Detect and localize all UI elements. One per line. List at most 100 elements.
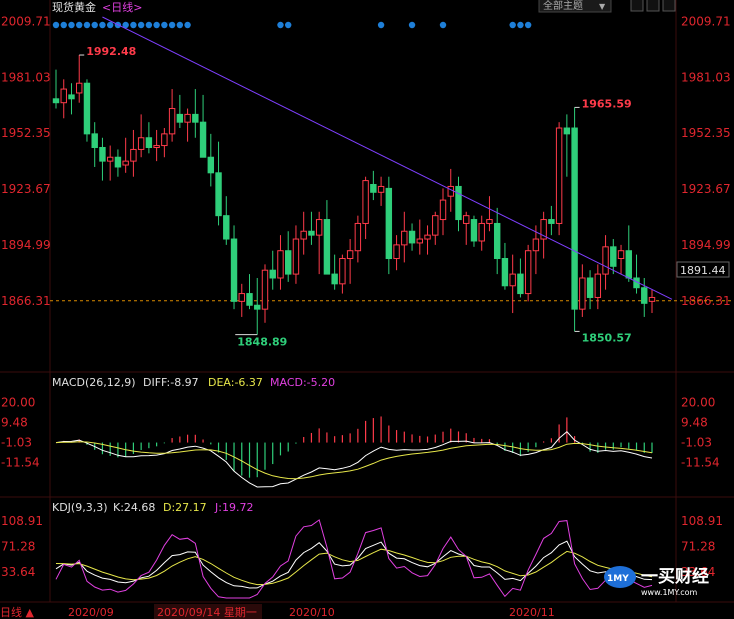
candle-body bbox=[447, 185, 454, 197]
candle-body bbox=[509, 273, 516, 287]
candle-body bbox=[315, 219, 323, 236]
candle-body bbox=[99, 146, 106, 162]
candle-body bbox=[145, 137, 153, 148]
y-tick-label: 20.00 bbox=[681, 396, 715, 410]
y-tick-label: 1981.03 bbox=[681, 70, 731, 84]
candle-body bbox=[230, 238, 238, 302]
close-icon[interactable] bbox=[662, 0, 676, 12]
candle-body bbox=[416, 238, 424, 244]
candle-body bbox=[602, 246, 609, 275]
candle-body bbox=[625, 250, 632, 279]
event-dot bbox=[83, 21, 91, 29]
period-switch[interactable]: 日线 ▲ bbox=[0, 605, 34, 619]
candle-body bbox=[52, 98, 60, 104]
candle-body bbox=[478, 222, 485, 242]
candle-body bbox=[555, 127, 563, 224]
candle-body bbox=[168, 108, 176, 135]
candle-body bbox=[161, 133, 168, 147]
y-tick-label: 33.64 bbox=[1, 565, 35, 579]
event-dot bbox=[184, 21, 191, 29]
candle-body bbox=[641, 287, 648, 304]
y-tick-label: 20.00 bbox=[1, 396, 35, 410]
y-tick-label: -11.54 bbox=[1, 456, 40, 470]
candle-body bbox=[346, 250, 354, 260]
kdj-label: KDJ(9,3,3) bbox=[52, 501, 108, 514]
event-dot bbox=[145, 21, 153, 29]
event-dot bbox=[130, 21, 137, 29]
y-tick-label: 108.91 bbox=[681, 514, 723, 528]
candle-body bbox=[617, 250, 625, 260]
candle-body bbox=[323, 219, 331, 275]
candle-body bbox=[370, 184, 377, 193]
chart-canvas[interactable]: 现货黄金 <日线> 全部主题 ▼ 2009.71 2009.71 1981.03 19… bbox=[0, 0, 734, 619]
y-tick-label: 1894.99 bbox=[1, 238, 51, 252]
current-price-tag: 1891.44 bbox=[676, 261, 730, 278]
x-axis-label: 2020/11 bbox=[509, 606, 555, 619]
y-tick-label: 1923.67 bbox=[1, 182, 51, 196]
candle-body bbox=[571, 127, 578, 310]
theme-dropdown[interactable]: 全部主题 ▼ bbox=[538, 0, 612, 13]
candle-body bbox=[470, 219, 478, 242]
candle-body bbox=[579, 277, 586, 310]
cursor-date: 2020/09/14 星期一 bbox=[157, 606, 257, 619]
kdj-k-value: K:24.68 bbox=[113, 501, 155, 514]
candle-body bbox=[517, 273, 524, 295]
candle-body bbox=[524, 250, 532, 295]
period-label[interactable]: <日线> bbox=[102, 0, 142, 14]
y-tick-label: 2009.71 bbox=[1, 14, 51, 28]
logo-url: www.1MY.com bbox=[641, 588, 698, 597]
y-tick-label: 1952.35 bbox=[681, 126, 731, 140]
candle-body bbox=[254, 304, 261, 310]
y-tick-label: 1952.35 bbox=[1, 126, 51, 140]
candle-body bbox=[385, 187, 393, 260]
event-dot bbox=[137, 21, 145, 29]
candle-body bbox=[137, 137, 145, 150]
candle-body bbox=[432, 215, 439, 236]
candle-body bbox=[648, 296, 656, 302]
candle-body bbox=[199, 121, 207, 158]
event-dot bbox=[68, 21, 75, 29]
event-dot bbox=[76, 21, 83, 29]
event-dot bbox=[517, 21, 524, 29]
candle-body bbox=[192, 113, 199, 123]
y-tick-label: -11.54 bbox=[681, 456, 720, 470]
layout-icon[interactable] bbox=[646, 0, 660, 12]
y-tick-label: 1866.31 bbox=[1, 294, 51, 308]
candle-body bbox=[76, 82, 83, 94]
event-dot bbox=[408, 21, 416, 29]
event-dot bbox=[439, 21, 447, 29]
y-tick-label: 71.28 bbox=[681, 540, 715, 554]
candle-body bbox=[114, 156, 122, 168]
window-buttons bbox=[630, 0, 676, 12]
candle-body bbox=[548, 219, 555, 224]
candle-body bbox=[362, 180, 369, 224]
candle-body bbox=[184, 113, 191, 123]
candle-body bbox=[261, 269, 269, 310]
event-dot bbox=[99, 21, 106, 29]
candle-body bbox=[455, 185, 462, 221]
event-dot bbox=[168, 21, 176, 29]
candle-body bbox=[331, 273, 338, 285]
macd-dea-value: DEA:-6.37 bbox=[208, 376, 263, 389]
restore-icon[interactable] bbox=[630, 0, 644, 12]
candle-body bbox=[439, 199, 447, 221]
event-dot bbox=[153, 21, 160, 29]
y-tick-label: -1.03 bbox=[1, 436, 32, 450]
x-axis-label: 2020/09 bbox=[68, 606, 114, 619]
y-tick-label: 1894.99 bbox=[681, 238, 731, 252]
candle-body bbox=[586, 277, 594, 298]
low-annotation: 1850.57 bbox=[582, 331, 632, 344]
low-annotation: 1848.89 bbox=[237, 336, 287, 349]
candle-body bbox=[122, 160, 129, 166]
candle-body bbox=[339, 258, 346, 285]
event-dot bbox=[277, 21, 284, 29]
y-tick-label: 9.48 bbox=[681, 416, 708, 430]
y-tick-label: 108.91 bbox=[1, 514, 43, 528]
chevron-down-icon: ▼ bbox=[599, 2, 606, 11]
candle-body bbox=[563, 127, 571, 135]
candle-body bbox=[308, 230, 315, 236]
macd-label: MACD(26,12,9) bbox=[52, 376, 136, 389]
event-dot bbox=[60, 21, 67, 29]
event-dot bbox=[161, 21, 168, 29]
candle-body bbox=[463, 215, 470, 224]
